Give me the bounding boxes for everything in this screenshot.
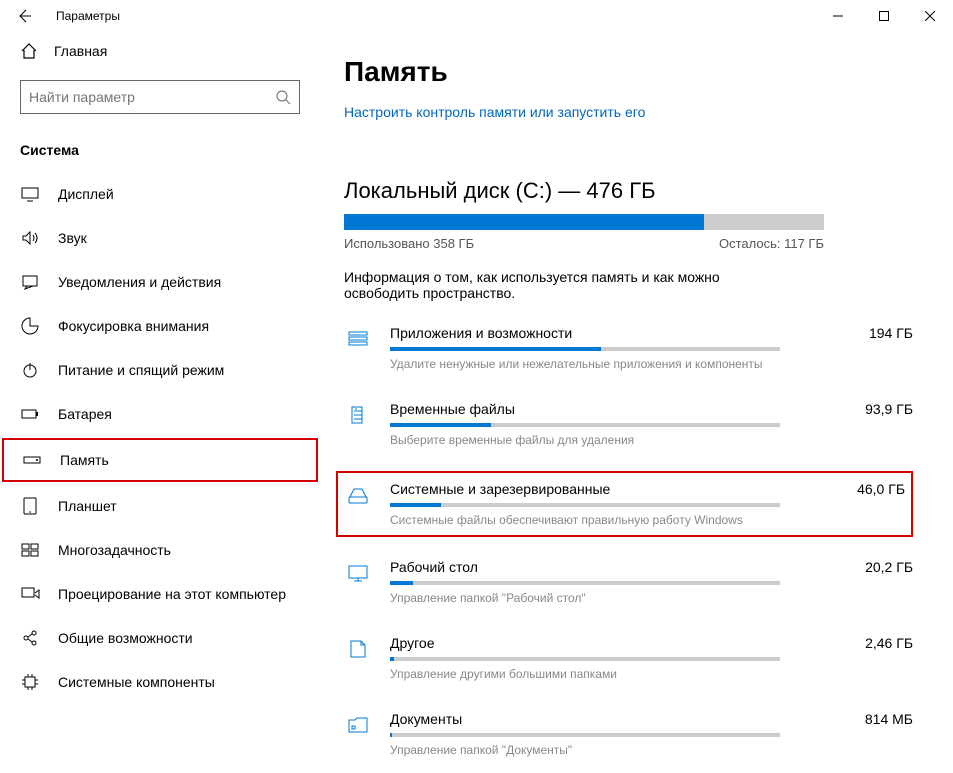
nav-notifications[interactable]: Уведомления и действия	[0, 260, 320, 304]
category-size: 93,9 ГБ	[865, 401, 913, 417]
close-button[interactable]	[907, 0, 953, 32]
notifications-icon	[20, 272, 40, 292]
configure-storage-link[interactable]: Настроить контроль памяти или запустить …	[344, 104, 913, 120]
home-icon	[20, 42, 38, 60]
category-temp[interactable]: Временные файлы 93,9 ГБ Выберите временные…	[344, 401, 913, 447]
storage-icon	[22, 450, 42, 470]
category-size: 194 ГБ	[869, 325, 913, 341]
nav-projecting[interactable]: Проецирование на этот компьютер	[0, 572, 320, 616]
battery-icon	[20, 404, 40, 424]
nav-label: Проецирование на этот компьютер	[58, 586, 286, 602]
category-name: Временные файлы	[390, 401, 515, 417]
category-bar	[390, 657, 780, 661]
focus-icon	[20, 316, 40, 336]
nav-storage[interactable]: Память	[2, 438, 318, 482]
category-apps[interactable]: Приложения и возможности 194 ГБ Удалите не…	[344, 325, 913, 371]
home-label: Главная	[54, 43, 107, 59]
maximize-button[interactable]	[861, 0, 907, 32]
disk-usage-bar	[344, 214, 824, 230]
apps-icon	[344, 325, 372, 353]
section-header: Система	[0, 124, 320, 172]
category-name: Документы	[390, 711, 462, 727]
desktop-icon	[344, 559, 372, 587]
power-icon	[20, 360, 40, 380]
category-bar	[390, 503, 780, 507]
category-desc: Управление папкой "Рабочий стол"	[390, 591, 913, 605]
category-desc: Выберите временные файлы для удаления	[390, 433, 913, 447]
nav-power[interactable]: Питание и спящий режим	[0, 348, 320, 392]
sound-icon	[20, 228, 40, 248]
category-size: 46,0 ГБ	[857, 481, 905, 497]
search-icon	[275, 89, 291, 105]
back-button[interactable]	[8, 0, 40, 32]
category-bar	[390, 423, 780, 427]
nav-label: Общие возможности	[58, 630, 193, 646]
display-icon	[20, 184, 40, 204]
nav-display[interactable]: Дисплей	[0, 172, 320, 216]
nav-label: Память	[60, 452, 109, 468]
nav-label: Звук	[58, 230, 87, 246]
disk-free-label: Осталось: 117 ГБ	[719, 236, 824, 251]
category-desktop[interactable]: Рабочий стол 20,2 ГБ Управление папкой "Ра…	[344, 559, 913, 605]
category-desc: Управление другими большими папками	[390, 667, 913, 681]
projecting-icon	[20, 584, 40, 604]
category-bar	[390, 733, 780, 737]
disk-usage-fill	[344, 214, 704, 230]
category-size: 20,2 ГБ	[865, 559, 913, 575]
nav-label: Батарея	[58, 406, 112, 422]
nav-tablet[interactable]: Планшет	[0, 484, 320, 528]
titlebar: Параметры	[0, 0, 953, 32]
nav-label: Системные компоненты	[58, 674, 215, 690]
sidebar: Главная Система Дисплей Звук Уведомления…	[0, 32, 320, 773]
nav-multitasking[interactable]: Многозадачность	[0, 528, 320, 572]
category-system[interactable]: Системные и зарезервированные 46,0 ГБ Сист…	[336, 471, 913, 537]
nav-label: Многозадачность	[58, 542, 171, 558]
tablet-icon	[20, 496, 40, 516]
category-size: 2,46 ГБ	[865, 635, 913, 651]
category-desc: Системные файлы обеспечивают правильную …	[390, 513, 905, 527]
window-title: Параметры	[56, 9, 120, 23]
disk-used-label: Использовано 358 ГБ	[344, 236, 474, 251]
nav-label: Уведомления и действия	[58, 274, 221, 290]
category-name: Рабочий стол	[390, 559, 478, 575]
nav-label: Фокусировка внимания	[58, 318, 209, 334]
nav-focus[interactable]: Фокусировка внимания	[0, 304, 320, 348]
search-input[interactable]	[29, 89, 275, 105]
multitasking-icon	[20, 540, 40, 560]
category-name: Приложения и возможности	[390, 325, 572, 341]
category-bar	[390, 347, 780, 351]
nav-label: Дисплей	[58, 186, 114, 202]
category-name: Другое	[390, 635, 434, 651]
page-title: Память	[344, 56, 913, 88]
category-desc: Удалите ненужные или нежелательные прило…	[390, 357, 913, 371]
category-name: Системные и зарезервированные	[390, 481, 610, 497]
search-box[interactable]	[20, 80, 300, 114]
category-documents[interactable]: Документы 814 МБ Управление папкой "Докуме…	[344, 711, 913, 757]
nav-sound[interactable]: Звук	[0, 216, 320, 260]
storage-info-text: Информация о том, как используется памят…	[344, 269, 764, 301]
temp-icon	[344, 401, 372, 429]
category-size: 814 МБ	[865, 711, 913, 727]
system-icon	[344, 481, 372, 509]
home-nav[interactable]: Главная	[0, 32, 320, 70]
nav-label: Питание и спящий режим	[58, 362, 224, 378]
nav-components[interactable]: Системные компоненты	[0, 660, 320, 704]
other-icon	[344, 635, 372, 663]
category-other[interactable]: Другое 2,46 ГБ Управление другими большими…	[344, 635, 913, 681]
nav-battery[interactable]: Батарея	[0, 392, 320, 436]
shared-icon	[20, 628, 40, 648]
nav-shared[interactable]: Общие возможности	[0, 616, 320, 660]
category-desc: Управление папкой "Документы"	[390, 743, 913, 757]
main-panel: Память Настроить контроль памяти или зап…	[320, 32, 953, 773]
category-bar	[390, 581, 780, 585]
minimize-button[interactable]	[815, 0, 861, 32]
documents-icon	[344, 711, 372, 739]
components-icon	[20, 672, 40, 692]
disk-header: Локальный диск (C:) — 476 ГБ	[344, 178, 913, 204]
nav-label: Планшет	[58, 498, 117, 514]
